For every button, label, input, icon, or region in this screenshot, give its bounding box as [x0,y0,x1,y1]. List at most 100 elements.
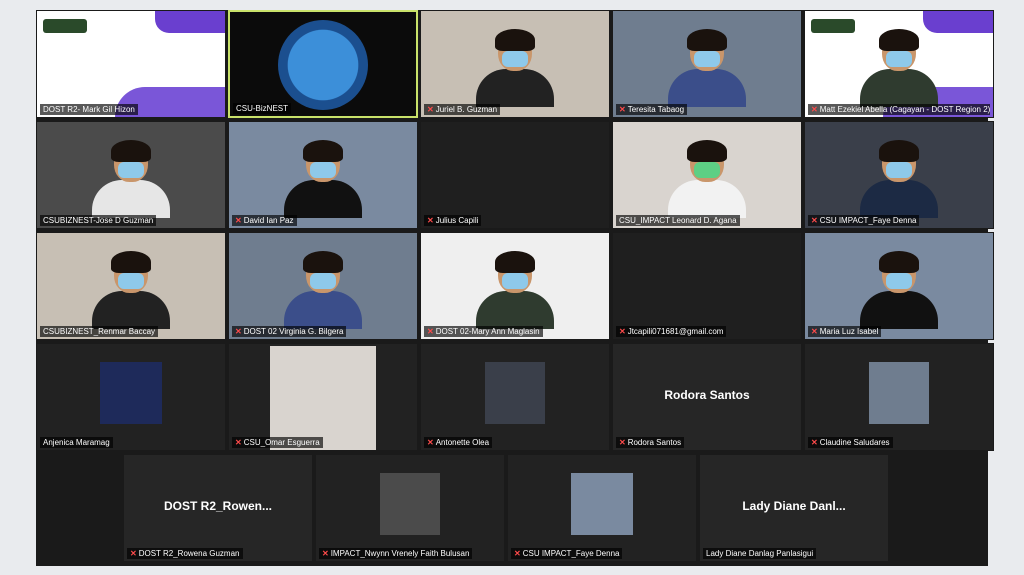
face-mask [694,51,720,67]
participant-tile[interactable]: ✕ CSU IMPACT_Faye Denna [804,121,994,229]
participant-display-name: DOST R2_Rowen... [163,499,273,513]
participant-tile[interactable]: ✕ Claudine Saludares [804,343,994,451]
participant-tile[interactable]: DOST R2_Rowen... ✕ DOST R2_Rowena Guzman [123,454,313,562]
participant-video [92,251,170,329]
participant-video [284,251,362,329]
participant-nameplate: CSU_IMPACT Leonard D. Agana [616,215,740,226]
face-mask [310,162,336,178]
participant-nameplate: ✕ Claudine Saludares [808,437,893,448]
participant-tile[interactable]: ✕ Juriel B. Guzman [420,10,610,118]
face-mask [694,162,720,178]
participant-video [668,29,746,107]
participant-nameplate: ✕ David Ian Paz [232,215,297,226]
participant-nameplate: DOST R2- Mark Gil Hizon [40,104,138,115]
participant-tile[interactable]: Rodora Santos ✕ Rodora Santos [612,343,802,451]
participant-name: Maria Luz Isabel [819,327,879,336]
participant-tile[interactable]: Lady Diane Danl... Lady Diane Danlag Panl… [699,454,889,562]
face-mask [886,51,912,67]
participant-tile[interactable]: ✕ Maria Luz Isabel [804,232,994,340]
muted-mic-icon: ✕ [130,549,137,558]
gallery-row: CSUBIZNEST-Jose D Guzman ✕ David Ian Paz ✕ J… [36,121,994,229]
profile-photo [571,473,633,535]
face-mask [886,273,912,289]
participant-tile[interactable]: Anjenica Maramag [36,343,226,451]
participant-nameplate: ✕ Julius Capili [424,215,482,226]
muted-mic-icon: ✕ [619,438,626,447]
participant-tile[interactable]: CSU_IMPACT Leonard D. Agana [612,121,802,229]
participant-name: Antonette Olea [435,438,490,447]
participant-nameplate: ✕ Antonette Olea [424,437,493,448]
muted-mic-icon: ✕ [235,327,242,336]
participant-nameplate: ✕ Matt Ezekiel Abella (Cagayan - DOST Reg… [808,104,990,115]
participant-tile[interactable]: ✕ Jtcapili071681@gmail.com [612,232,802,340]
participant-tile[interactable]: ✕ Julius Capili [420,121,610,229]
participant-name: CSU IMPACT_Faye Denna [522,549,620,558]
muted-mic-icon: ✕ [427,216,434,225]
face-mask [502,273,528,289]
participant-video [668,140,746,218]
profile-photo [100,362,162,424]
participant-video [476,29,554,107]
participant-name: CSUBIZNEST-Jose D Guzman [43,216,154,225]
participant-name: CSU-BizNEST [236,104,289,113]
participant-name: DOST 02 Virginia G. Bilgera [243,327,344,336]
participant-tile[interactable]: ✕ DOST 02-Mary Ann Maglasin [420,232,610,340]
gallery-row: DOST R2- Mark Gil Hizon CSU-BizNEST ✕ Jurie… [36,10,994,118]
muted-mic-icon: ✕ [235,438,242,447]
gallery-row: Anjenica Maramag ✕ CSU_Omar Esguerra ✕ Anton… [36,343,994,451]
profile-photo [270,346,376,450]
participant-nameplate: ✕ DOST 02 Virginia G. Bilgera [232,326,347,337]
participant-nameplate: ✕ Teresita Tabaog [616,104,688,115]
face-mask [310,273,336,289]
muted-mic-icon: ✕ [811,105,818,114]
participant-nameplate: CSU-BizNEST [233,103,292,114]
participant-name: CSU_Omar Esguerra [243,438,320,447]
biznest-logo [278,20,368,110]
participant-tile[interactable]: ✕ CSU_Omar Esguerra [228,343,418,451]
participant-name: DOST 02-Mary Ann Maglasin [435,327,540,336]
participant-tile[interactable]: ✕ David Ian Paz [228,121,418,229]
participant-name: Jtcapili071681@gmail.com [627,327,724,336]
participant-tile[interactable]: ✕ Matt Ezekiel Abella (Cagayan - DOST Reg… [804,10,994,118]
participant-tile[interactable]: CSU-BizNEST [228,10,418,118]
muted-mic-icon: ✕ [427,105,434,114]
participant-tile[interactable]: ✕ DOST 02 Virginia G. Bilgera [228,232,418,340]
participant-name: IMPACT_Nwynn Vrenely Faith Bulusan [330,549,470,558]
face-mask [502,51,528,67]
muted-mic-icon: ✕ [514,549,521,558]
participant-tile[interactable]: ✕ CSU IMPACT_Faye Denna [507,454,697,562]
participant-name: Anjenica Maramag [43,438,110,447]
face-mask [118,162,144,178]
participant-tile[interactable]: CSUBIZNEST_Renmar Baccay [36,232,226,340]
participant-tile[interactable]: ✕ Teresita Tabaog [612,10,802,118]
participant-nameplate: ✕ DOST R2_Rowena Guzman [127,548,243,559]
participant-video [476,251,554,329]
participant-name: CSUBIZNEST_Renmar Baccay [43,327,156,336]
participant-name: CSU_IMPACT Leonard D. Agana [619,216,737,225]
participant-nameplate: ✕ CSU_Omar Esguerra [232,437,323,448]
participant-nameplate: ✕ Jtcapili071681@gmail.com [616,326,727,337]
participant-tile[interactable]: DOST R2- Mark Gil Hizon [36,10,226,118]
face-mask [886,162,912,178]
participant-name: David Ian Paz [243,216,294,225]
participant-tile[interactable]: CSUBIZNEST-Jose D Guzman [36,121,226,229]
participant-name: CSU IMPACT_Faye Denna [819,216,917,225]
participant-nameplate: ✕ Juriel B. Guzman [424,104,501,115]
participant-nameplate: Lady Diane Danlag Panlasigui [703,548,817,559]
participant-tile[interactable]: ✕ Antonette Olea [420,343,610,451]
participant-name: DOST R2- Mark Gil Hizon [43,105,135,114]
muted-mic-icon: ✕ [235,216,242,225]
participant-name: DOST R2_Rowena Guzman [138,549,240,558]
participant-display-name: Lady Diane Danl... [742,499,846,513]
muted-mic-icon: ✕ [811,438,818,447]
participant-nameplate: Anjenica Maramag [40,437,113,448]
participant-tile[interactable]: ✕ IMPACT_Nwynn Vrenely Faith Bulusan [315,454,505,562]
participant-video [92,140,170,218]
participant-nameplate: ✕ DOST 02-Mary Ann Maglasin [424,326,543,337]
participant-name: Juriel B. Guzman [435,105,498,114]
profile-photo [485,362,545,424]
participant-nameplate: CSUBIZNEST_Renmar Baccay [40,326,159,337]
gallery-row: DOST R2_Rowen... ✕ DOST R2_Rowena Guzman ✕ I… [123,454,889,562]
participant-nameplate: ✕ Maria Luz Isabel [808,326,882,337]
participant-name: Lady Diane Danlag Panlasigui [706,549,814,558]
